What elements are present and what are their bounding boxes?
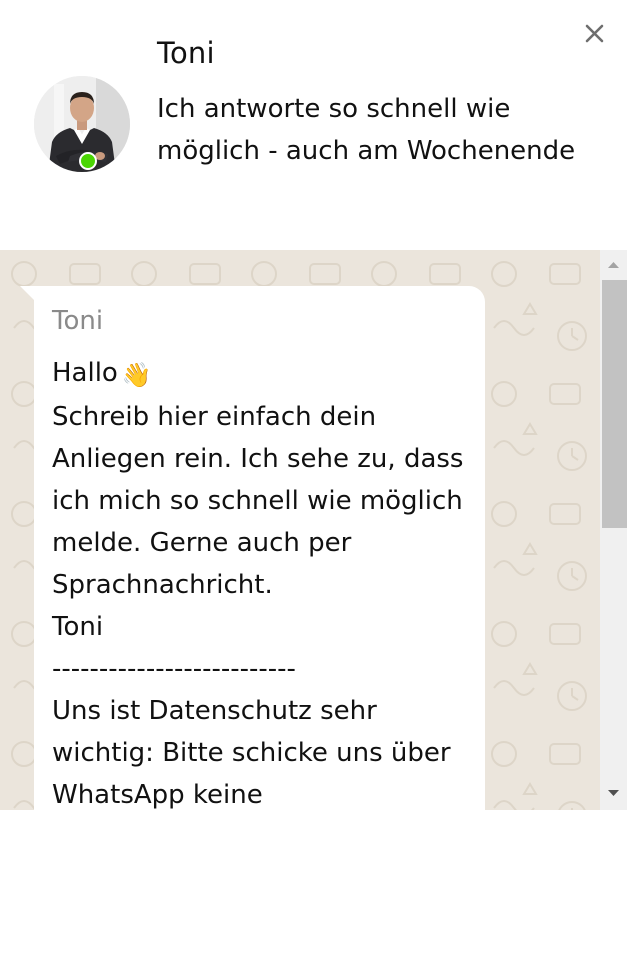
scroll-down-button[interactable] xyxy=(600,784,627,802)
message-text: Hallo 👋 Schreib hier einfach dein Anliege… xyxy=(52,352,472,810)
agent-name: Toni xyxy=(157,36,215,70)
message-bubble-tail xyxy=(20,286,34,300)
message-body: Schreib hier einfach dein Anliegen rein.… xyxy=(52,402,464,810)
whatsapp-chat-widget: Toni Ich antworte so schnell wie möglich… xyxy=(0,0,627,956)
scrollbar-thumb[interactable] xyxy=(602,280,627,528)
waving-hand-icon: 👋 xyxy=(121,361,152,389)
scroll-down-arrow-icon xyxy=(608,790,619,796)
close-button[interactable] xyxy=(578,18,610,50)
close-icon xyxy=(585,24,604,43)
agent-status-text: Ich antworte so schnell wie möglich - au… xyxy=(157,94,576,166)
scroll-up-button[interactable] xyxy=(600,256,627,274)
chat-scrollbar[interactable] xyxy=(600,250,627,810)
message-author: Toni xyxy=(52,306,104,336)
chat-header: Toni Ich antworte so schnell wie möglich… xyxy=(0,0,627,250)
online-status-indicator xyxy=(79,152,97,170)
message-bubble: Toni Hallo 👋 Schreib hier einfach dein An… xyxy=(34,286,485,810)
scroll-up-arrow-icon xyxy=(608,262,619,268)
chat-area[interactable]: Toni Hallo 👋 Schreib hier einfach dein An… xyxy=(0,250,627,810)
message-greeting: Hallo xyxy=(52,358,118,388)
